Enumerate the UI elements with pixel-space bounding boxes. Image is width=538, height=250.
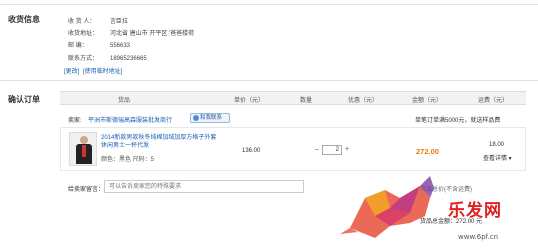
product-title-link[interactable]: 2014新款男款秋冬纯棉加绒加厚方格子外套休闲男士一杯代发 <box>101 134 221 150</box>
order-section-title: 确认订单 <box>8 95 40 104</box>
seller-label: 卖家: <box>68 118 82 124</box>
watermark-text: 乐发网 <box>448 201 502 221</box>
seller-row: 卖家: 平洲市斯德瑞高森服装批发商行 和我联系 单笔订单满5000元，就送样品费 <box>60 113 526 125</box>
contact-seller-label: 和我联系 <box>200 115 223 121</box>
postcode-row: 邮 编： 556633 <box>68 40 130 49</box>
temp-address-link[interactable]: [使用临时地址] <box>83 69 122 75</box>
grand-hint: 商品总价(不含运费) <box>420 187 472 193</box>
col-unit-price: 单价（元） <box>234 98 265 104</box>
unit-price: 136.00 <box>242 148 261 154</box>
postcode-value: 556633 <box>110 43 131 49</box>
address-value: 河北省 唐山市 开平区 '爸爸楼荷 <box>110 31 195 37</box>
consignee-label: 收 货 人： <box>68 19 96 25</box>
order-table-header: 货品 单价（元） 数量 优惠（元） 金额（元） 运费（元） <box>60 91 526 105</box>
product-attributes: 颜色：黑色 尺码：5 <box>101 157 155 163</box>
address-row: 收货地址： 河北省 唐山市 开平区 '爸爸楼荷 <box>68 28 194 37</box>
quantity-stepper: – 2 + <box>313 145 351 155</box>
address-links: [更改] [使用临时地址] <box>64 66 124 75</box>
consignee-value: 言臣拉 <box>110 19 129 25</box>
watermark-url: www.6pf.cn <box>458 233 499 241</box>
phone-value: 18965236665 <box>110 56 147 62</box>
shipping-select[interactable]: 查看详情 ▾ <box>483 153 512 162</box>
thumb-head <box>80 136 88 144</box>
consignee-row: 收 货 人： 言臣拉 <box>68 16 128 25</box>
message-input[interactable] <box>104 180 304 193</box>
shipping-fee: 18.00 <box>489 142 505 148</box>
col-shipping: 运费（元） <box>478 98 509 104</box>
phone-label: 联系方式： <box>68 56 99 62</box>
watermark-logo <box>340 176 434 238</box>
col-amount: 金额（元） <box>412 98 443 104</box>
qty-input[interactable]: 2 <box>322 145 342 155</box>
col-quantity: 数量 <box>300 98 313 104</box>
col-product: 货品 <box>118 98 131 104</box>
product-thumbnail[interactable] <box>69 132 97 166</box>
promo-text: 单笔订单满5000元，就送样品费 <box>415 118 501 124</box>
order-item: 2014新款男款秋冬纯棉加绒加厚方格子外套休闲男士一杯代发 颜色：黑色 尺码：5… <box>60 127 526 171</box>
message-label: 给卖家留言： <box>68 187 105 193</box>
qty-increase-button[interactable]: + <box>343 145 351 155</box>
change-address-link[interactable]: [更改] <box>64 69 79 75</box>
divider <box>0 80 538 81</box>
contact-seller-button[interactable]: 和我联系 <box>190 113 230 123</box>
postcode-label: 邮 编： <box>68 43 88 49</box>
address-label: 收货地址： <box>68 31 99 37</box>
col-discount: 优惠（元） <box>348 98 379 104</box>
shipping-section-title: 收货信息 <box>8 15 40 24</box>
seller-name-link[interactable]: 平洲市斯德瑞高森服装批发商行 <box>88 115 172 124</box>
thumb-shirt <box>82 145 86 157</box>
phone-row: 联系方式： 18965236665 <box>68 53 147 62</box>
item-total: 272.00 <box>416 147 439 156</box>
chat-icon <box>193 115 199 121</box>
qty-decrease-button[interactable]: – <box>313 145 321 155</box>
divider <box>0 4 538 5</box>
